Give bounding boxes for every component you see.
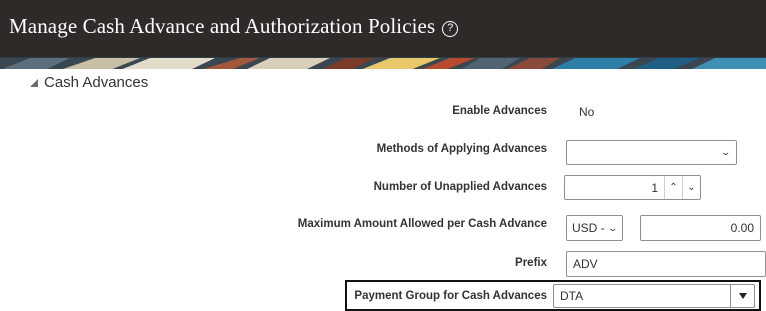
increment-button[interactable]: ⌃ xyxy=(664,176,682,199)
dropdown-arrow-icon xyxy=(738,293,747,299)
page-title: Manage Cash Advance and Authorization Po… xyxy=(9,14,459,39)
payment-group-value: DTA xyxy=(560,289,584,303)
chevron-down-icon: ⌄ xyxy=(720,147,732,157)
methods-applying-label: Methods of Applying Advances xyxy=(376,143,547,155)
enable-advances-value: No xyxy=(579,105,595,119)
cash-advances-section-toggle[interactable]: Cash Advances xyxy=(30,73,148,91)
enable-advances-label: Enable Advances xyxy=(452,105,547,117)
max-amount-input[interactable]: 0.00 xyxy=(640,215,761,241)
currency-value: USD - xyxy=(572,221,605,235)
payment-group-label: Payment Group for Cash Advances xyxy=(354,290,547,302)
chevron-down-icon: ⌄ xyxy=(607,222,619,233)
chevron-down-icon: ⌄ xyxy=(687,182,696,193)
page-title-text: Manage Cash Advance and Authorization Po… xyxy=(9,14,436,38)
unapplied-advances-value[interactable]: 1 xyxy=(565,176,664,199)
page-header: Manage Cash Advance and Authorization Po… xyxy=(0,0,766,57)
max-amount-label: Maximum Amount Allowed per Cash Advance xyxy=(297,218,547,230)
decorative-banner xyxy=(0,57,766,69)
section-title: Cash Advances xyxy=(44,73,149,91)
currency-select[interactable]: USD - ⌄ xyxy=(566,215,623,241)
unapplied-advances-stepper[interactable]: 1 ⌃ ⌄ xyxy=(564,175,701,200)
payment-group-select[interactable]: DTA xyxy=(553,284,755,308)
chevron-up-icon: ⌃ xyxy=(669,182,678,193)
collapse-triangle-icon xyxy=(30,79,38,87)
help-icon[interactable]: ? xyxy=(442,21,459,37)
banner-pattern xyxy=(0,58,766,69)
methods-applying-select[interactable]: ⌄ xyxy=(566,140,737,165)
payment-group-dropdown-button[interactable] xyxy=(730,285,754,307)
prefix-input[interactable]: ADV xyxy=(566,251,766,277)
decrement-button[interactable]: ⌄ xyxy=(682,176,700,199)
prefix-label: Prefix xyxy=(515,257,547,269)
unapplied-advances-label: Number of Unapplied Advances xyxy=(373,181,547,193)
